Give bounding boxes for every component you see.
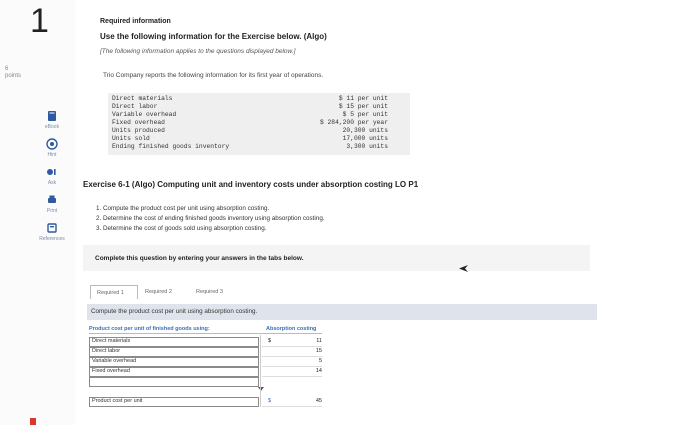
info-value: $ 11 per unit	[338, 95, 388, 102]
row-label-field[interactable]: Fixed overhead	[89, 367, 259, 377]
info-value: 3,300 units	[346, 143, 388, 150]
nav-label: Print	[46, 208, 58, 214]
exercise-step: 2. Determine the cost of ending finished…	[96, 215, 325, 222]
points-label: 6 points	[5, 66, 21, 80]
question-number: 1	[30, 2, 49, 40]
info-label: Fixed overhead	[112, 119, 165, 126]
row-value-field[interactable]: 14	[262, 368, 322, 377]
info-value: 20,300 units	[342, 127, 388, 134]
row-label-field[interactable]: Variable overhead	[89, 357, 259, 367]
nav-print[interactable]: Print	[30, 194, 74, 214]
blank-row-field[interactable]	[89, 377, 259, 387]
info-value: $ 5 per unit	[342, 111, 388, 118]
info-label: Units produced	[112, 127, 165, 134]
points-value: 6 points	[5, 66, 22, 79]
row-label-field[interactable]: Direct materials	[89, 337, 259, 347]
dropdown-arrow-icon	[258, 387, 264, 391]
references-icon	[47, 223, 57, 233]
info-label: Direct labor	[112, 103, 158, 110]
exercise-title: Exercise 6-1 (Algo) Computing unit and i…	[83, 180, 419, 189]
table-header-left: Product cost per unit of finished goods …	[89, 326, 210, 332]
total-label: Product cost per unit	[92, 398, 143, 404]
exercise-step: 1. Compute the product cost per unit usi…	[96, 205, 270, 212]
nav-ask[interactable]: Ask	[30, 166, 74, 186]
header-underline	[89, 333, 322, 334]
tab-required-1[interactable]: Required 1	[90, 285, 138, 299]
row-value: 5	[318, 358, 322, 364]
tab-required-3[interactable]: Required 3	[196, 285, 244, 299]
info-note: [The following information applies to th…	[100, 48, 296, 55]
hint-icon	[46, 138, 58, 150]
intro-text: Trio Company reports the following infor…	[103, 72, 324, 79]
nav-ebook[interactable]: eBook	[30, 110, 74, 130]
info-label: Ending finished goods inventory	[112, 143, 230, 150]
required-info-heading: Required information	[100, 18, 171, 25]
instruction-banner: Complete this question by entering your …	[83, 245, 590, 271]
cursor-arrow-icon	[459, 265, 468, 272]
panel-text: Compute the product cost per unit using …	[91, 308, 258, 315]
row-label: Variable overhead	[92, 358, 137, 364]
total-label-field[interactable]: Product cost per unit	[89, 397, 259, 407]
tab-label: Required 2	[145, 289, 172, 295]
info-value: 17,000 units	[342, 135, 388, 142]
row-label-field[interactable]: Direct labor	[89, 347, 259, 357]
row-value: 15	[315, 348, 322, 354]
info-label: Direct materials	[112, 95, 173, 102]
sidebar: 1 6 points eBook Hint Ask Print Referenc…	[0, 0, 75, 425]
tab-label: Required 1	[97, 290, 124, 296]
row-value-field[interactable]: 11	[262, 338, 322, 347]
nav-label: Ask	[47, 180, 57, 186]
row-value-field[interactable]: 5	[262, 358, 322, 367]
total-value-field[interactable]: 45	[262, 398, 322, 407]
red-marker	[30, 418, 36, 425]
info-value: $ 15 per unit	[338, 103, 388, 110]
print-icon	[48, 195, 56, 203]
row-label: Fixed overhead	[92, 368, 130, 374]
nav-label: References	[39, 236, 65, 242]
table-divider	[260, 335, 261, 407]
page-title: Use the following information for the Ex…	[100, 32, 327, 41]
row-value: 14	[315, 368, 322, 374]
book-icon	[48, 111, 56, 121]
nav-references[interactable]: References	[30, 222, 74, 242]
row-label: Direct materials	[92, 338, 131, 344]
row-value: 11	[316, 338, 322, 344]
nav-label: eBook	[44, 124, 60, 130]
nav-label: Hint	[47, 152, 57, 158]
nav-hint[interactable]: Hint	[30, 138, 74, 158]
instruction-text: Complete this question by entering your …	[95, 255, 304, 262]
ask-icon	[47, 169, 56, 175]
info-value: $ 284,200 per year	[319, 119, 388, 126]
row-label: Direct labor	[92, 348, 121, 354]
info-label: Variable overhead	[112, 111, 177, 118]
info-table: Direct materials $ 11 per unit Direct la…	[108, 93, 410, 155]
tab-label: Required 3	[196, 289, 223, 295]
question-panel: Compute the product cost per unit using …	[87, 304, 597, 320]
row-value-field[interactable]: 15	[262, 348, 322, 357]
exercise-step: 3. Determine the cost of goods sold usin…	[96, 225, 267, 232]
total-value: 45	[315, 398, 322, 404]
table-header-right: Absorption costing	[266, 326, 317, 332]
tab-required-2[interactable]: Required 2	[145, 285, 193, 299]
info-label: Units sold	[112, 135, 150, 142]
